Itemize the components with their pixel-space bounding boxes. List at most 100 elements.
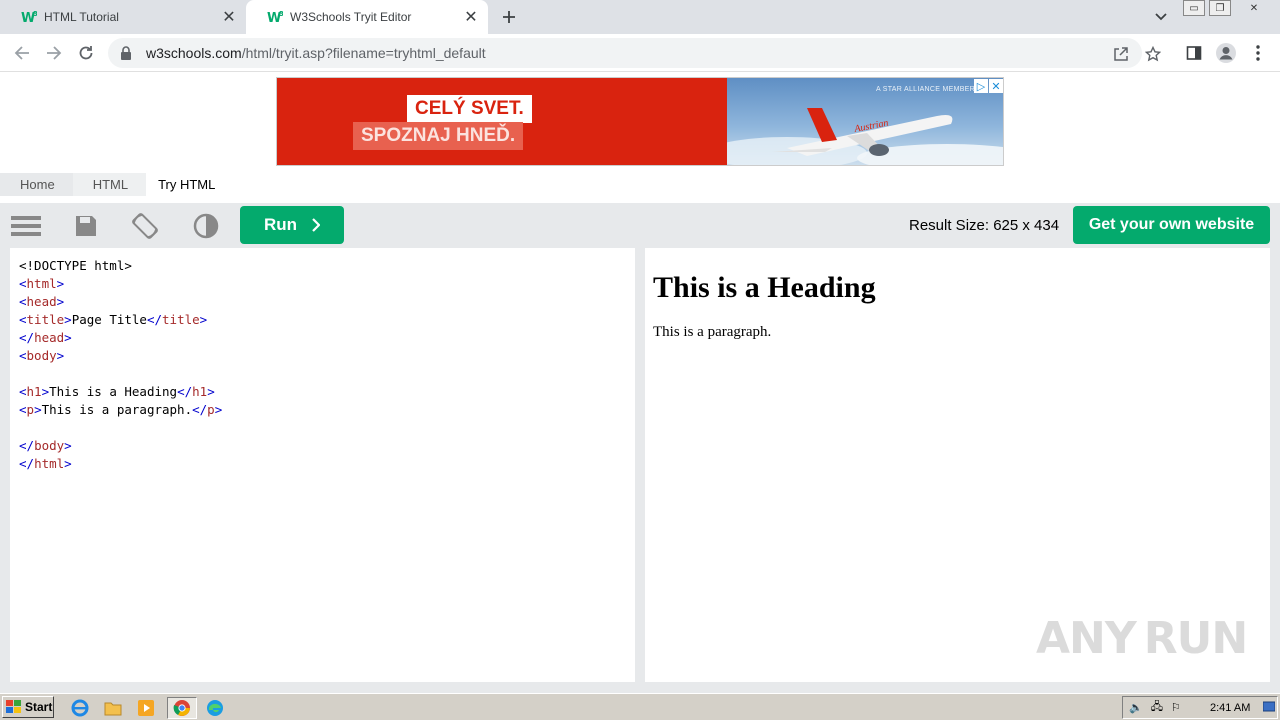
- code-bracket: </: [177, 384, 193, 399]
- w3schools-icon: W3: [20, 8, 38, 26]
- ad-banner[interactable]: CELÝ SVET. SPOZNAJ HNEĎ. Austrian A STAR…: [276, 77, 1004, 166]
- flag-icon[interactable]: ⚐: [1171, 701, 1181, 714]
- breadcrumb-html[interactable]: HTML: [72, 173, 147, 196]
- code-bracket: <: [19, 348, 27, 363]
- ad-alliance-text: A STAR ALLIANCE MEMBER: [875, 86, 975, 93]
- code-line: <title>Page Title</title>: [19, 311, 626, 329]
- browser-toolbar: w3schools.com/html/tryit.asp?filename=tr…: [0, 34, 1280, 72]
- code-bracket: <: [19, 294, 27, 309]
- plus-icon: [503, 11, 515, 23]
- code-line: </head>: [19, 329, 626, 347]
- ad-choices[interactable]: ▷ ✕: [974, 79, 1003, 93]
- code-bracket: >: [207, 384, 215, 399]
- code-tag-name: head: [26, 294, 57, 309]
- folder-icon[interactable]: [101, 697, 125, 719]
- minimize-button[interactable]: ▭: [1183, 0, 1205, 16]
- code-bracket: >: [64, 312, 72, 327]
- back-button[interactable]: [8, 39, 36, 67]
- hamburger-menu-icon[interactable]: [10, 210, 42, 242]
- clock: 2:41 AM: [1210, 702, 1251, 714]
- close-icon[interactable]: ✕: [989, 79, 1003, 93]
- save-icon[interactable]: [70, 210, 102, 242]
- chevron-down-icon: [1155, 13, 1167, 21]
- reload-icon: [79, 46, 93, 60]
- breadcrumb-current: Try HTML: [158, 177, 216, 192]
- share-icon[interactable]: [1110, 43, 1132, 65]
- ad-subline: SPOZNAJ HNEĎ.: [353, 122, 524, 150]
- media-player-icon[interactable]: [134, 697, 158, 719]
- run-label: Run: [263, 215, 298, 234]
- code-bracket: </: [19, 330, 35, 345]
- profile-icon[interactable]: [1212, 39, 1240, 67]
- code-bracket: <: [19, 384, 27, 399]
- tab-tryit-editor[interactable]: W3 W3Schools Tryit Editor ✕: [246, 0, 488, 34]
- editor-toolbar: Run Result Size: 625 x 434 Get your own …: [0, 203, 1280, 248]
- code-tag-name: head: [34, 330, 65, 345]
- code-bracket: >: [56, 276, 65, 291]
- network-icon[interactable]: 🖧: [1151, 698, 1163, 717]
- close-icon[interactable]: ✕: [460, 6, 482, 28]
- code-bracket: </: [146, 312, 163, 327]
- code-tag-name: h1: [192, 384, 208, 399]
- code-bracket: >: [214, 402, 223, 417]
- windows-logo-icon: [6, 700, 21, 713]
- side-panel-icon[interactable]: [1180, 39, 1208, 67]
- code-bracket: >: [56, 294, 65, 309]
- new-tab-button[interactable]: [496, 4, 522, 30]
- code-line: </html>: [19, 455, 626, 473]
- code-line: </body>: [19, 437, 626, 455]
- code-tag-name: body: [26, 348, 57, 363]
- star-icon[interactable]: [1142, 43, 1164, 65]
- internet-explorer-icon[interactable]: [68, 697, 92, 719]
- close-window-button[interactable]: ✕: [1243, 0, 1265, 16]
- code-bracket: >: [64, 456, 72, 471]
- reload-button[interactable]: [72, 39, 100, 67]
- edge-icon[interactable]: [203, 697, 227, 719]
- result-size-label: Result Size: 625 x 434: [909, 217, 1060, 234]
- start-button[interactable]: Start: [2, 696, 54, 718]
- code-bracket: <: [19, 402, 27, 417]
- code-bracket: >: [41, 384, 50, 399]
- volume-icon[interactable]: 🔈: [1129, 701, 1143, 714]
- show-desktop-icon[interactable]: [1262, 701, 1276, 716]
- w3schools-icon: W3: [266, 8, 284, 26]
- run-button[interactable]: Run: [240, 206, 344, 244]
- code-tag-name: body: [34, 438, 65, 453]
- code-editor[interactable]: <!DOCTYPE html> <html> <head> <title>Page T…: [10, 248, 635, 682]
- result-heading: This is a Heading: [653, 271, 876, 304]
- svg-text:3: 3: [279, 10, 283, 18]
- code-text: Page Title: [71, 312, 147, 327]
- tab-title: W3Schools Tryit Editor: [290, 10, 412, 24]
- chrome-icon[interactable]: [167, 697, 197, 719]
- tab-search-button[interactable]: [1150, 6, 1172, 28]
- code-line: <body>: [19, 347, 626, 365]
- restore-button[interactable]: ❐: [1209, 0, 1231, 16]
- code-tag-name: p: [207, 402, 215, 417]
- adchoices-icon[interactable]: ▷: [974, 79, 988, 93]
- forward-button[interactable]: [40, 39, 68, 67]
- dark-mode-icon[interactable]: [190, 210, 222, 242]
- code-bracket: >: [56, 348, 65, 363]
- code-text: <!DOCTYPE html>: [19, 258, 132, 273]
- address-bar[interactable]: w3schools.com/html/tryit.asp?filename=tr…: [108, 38, 1161, 68]
- url-text: w3schools.com/html/tryit.asp?filename=tr…: [146, 45, 486, 61]
- code-bracket: >: [199, 312, 208, 327]
- tab-html-tutorial[interactable]: W3 HTML Tutorial ✕: [0, 0, 246, 34]
- ad-headline: CELÝ SVET.: [407, 95, 532, 123]
- code-text: This is a paragraph.: [41, 402, 193, 417]
- code-bracket: </: [192, 402, 208, 417]
- taskbar: Start 🔈 🖧 ⚐ 2:41 AM: [0, 693, 1280, 720]
- get-website-button[interactable]: Get your own website: [1073, 206, 1270, 244]
- code-bracket: >: [64, 438, 72, 453]
- svg-text:3: 3: [33, 10, 37, 18]
- lock-icon[interactable]: [120, 46, 136, 60]
- rotate-screen-icon[interactable]: [129, 210, 161, 242]
- kebab-menu-icon[interactable]: [1244, 39, 1272, 67]
- code-bracket: </: [19, 438, 35, 453]
- breadcrumb-home[interactable]: Home: [0, 173, 73, 196]
- close-icon[interactable]: ✕: [218, 6, 240, 28]
- code-line: <p>This is a paragraph.</p>: [19, 401, 626, 419]
- ad-image-panel: Austrian A STAR ALLIANCE MEMBER ▷ ✕: [707, 78, 1003, 165]
- system-tray: 🔈 🖧 ⚐ 2:41 AM: [1122, 696, 1278, 719]
